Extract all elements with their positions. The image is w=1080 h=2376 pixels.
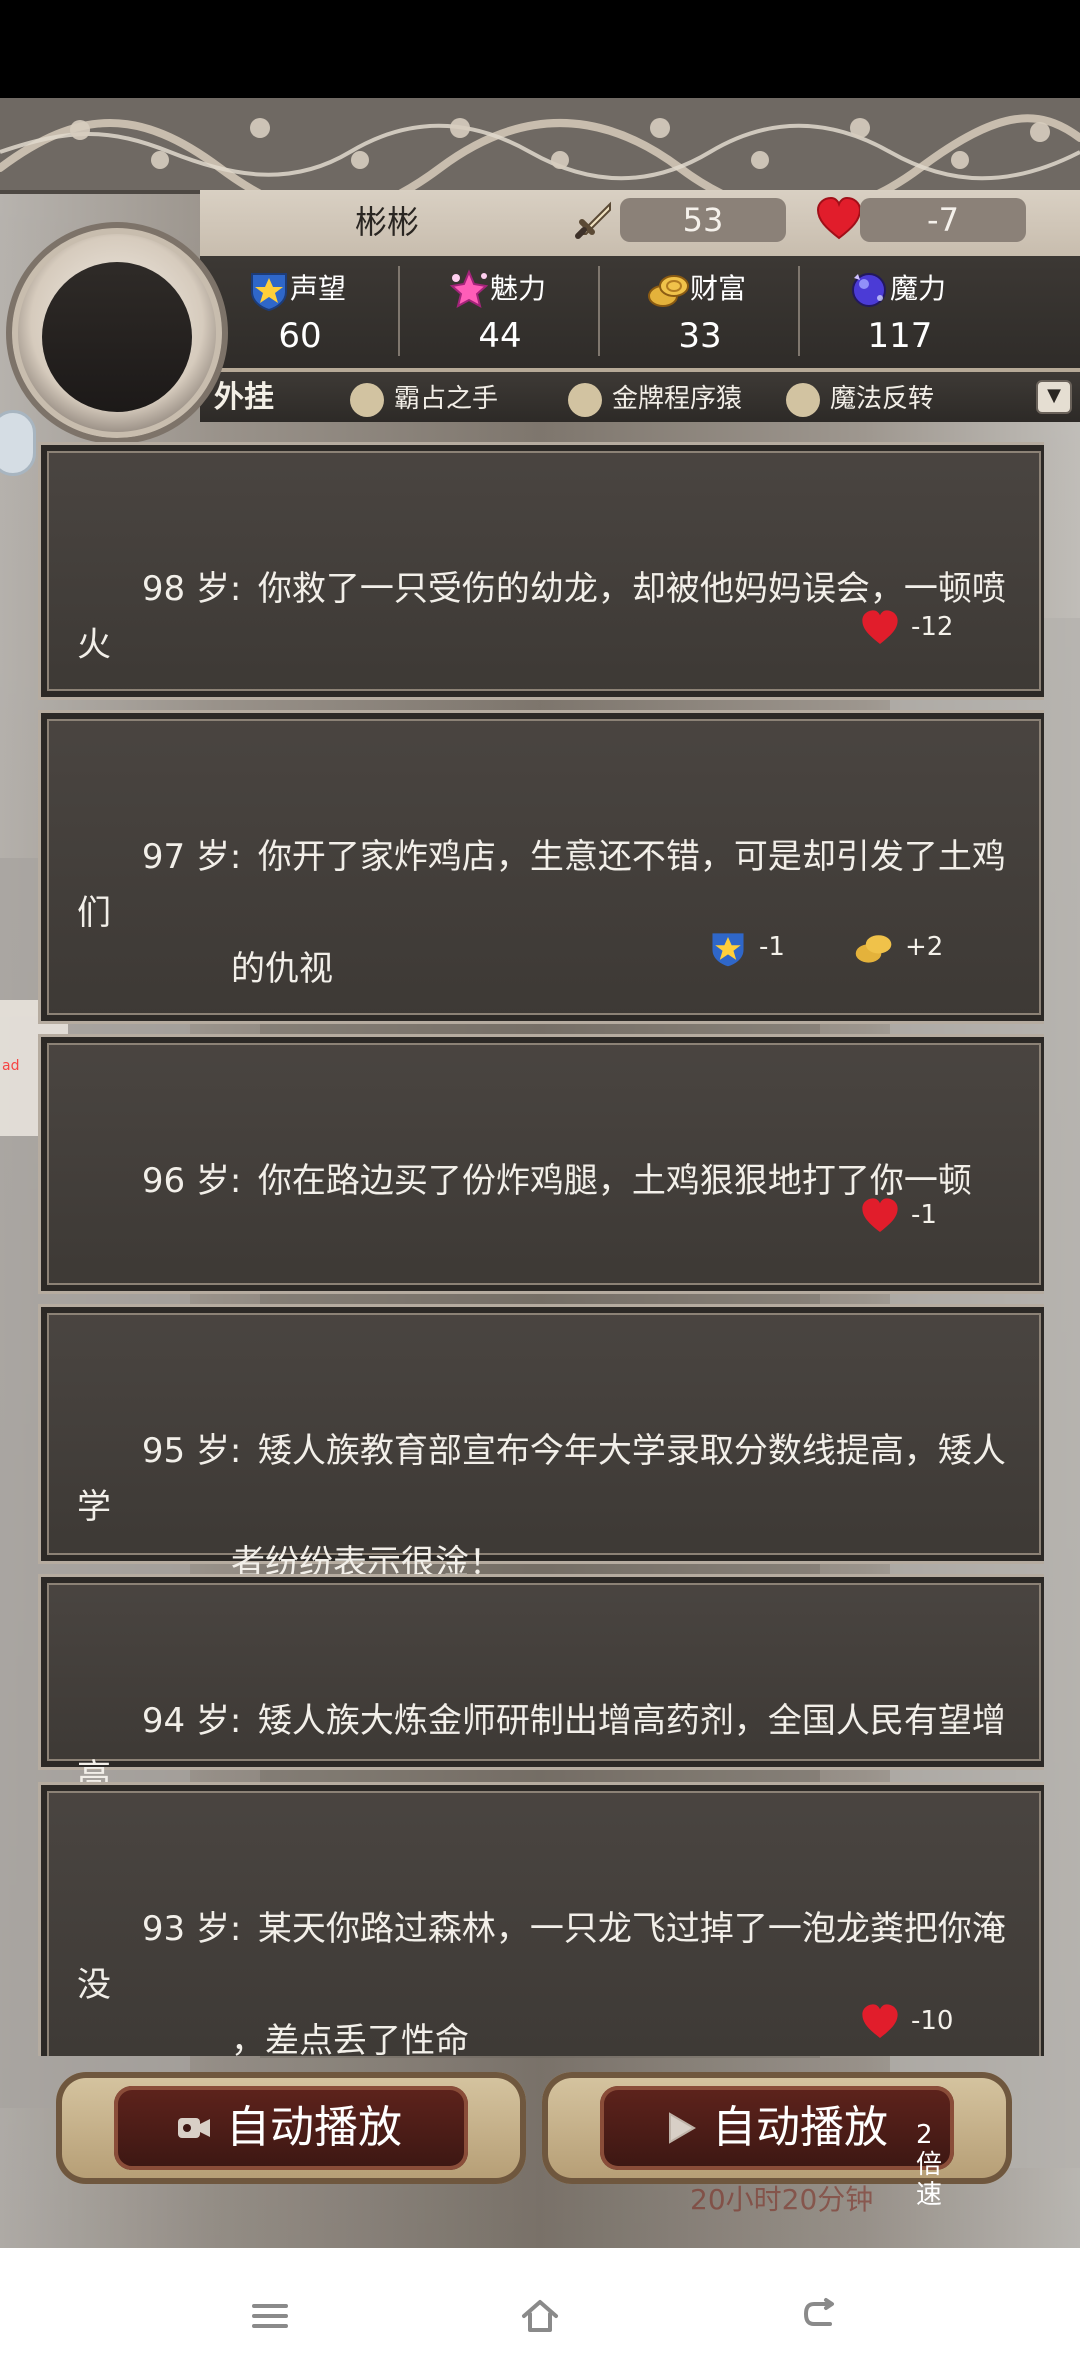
attribute-label: 声望 bbox=[290, 272, 347, 305]
coins-icon bbox=[648, 275, 689, 307]
attack-value: 53 bbox=[620, 198, 786, 242]
event-card: 93 岁: 某天你路过森林，一只龙飞过掉了一泡龙粪把你淹没 ，差点丢了性命 -10 bbox=[38, 1782, 1044, 2056]
left-badge-icon[interactable] bbox=[0, 410, 36, 476]
home-icon[interactable] bbox=[516, 2292, 564, 2340]
side-tab-text: ad bbox=[2, 1058, 20, 1074]
back-icon[interactable] bbox=[796, 2292, 844, 2340]
plugin-label: 霸占之手 bbox=[394, 384, 499, 414]
event-card: 98 岁: 你救了一只受伤的幼龙，却被他妈妈误会，一顿喷火 -12 bbox=[38, 442, 1044, 700]
magic-orb-icon bbox=[852, 273, 886, 307]
attribute-value: 60 bbox=[278, 316, 322, 356]
attribute-charm: 魅力 44 bbox=[400, 256, 600, 368]
heart-icon bbox=[862, 609, 898, 644]
event-effect: -12 bbox=[859, 605, 953, 649]
plugin-magic-icon bbox=[786, 382, 820, 417]
auto-play-button-inner: 自动播放 bbox=[114, 2086, 468, 2170]
header-ornament bbox=[0, 98, 1080, 194]
attribute-reputation: 声望 60 bbox=[200, 256, 400, 368]
coins-icon bbox=[855, 934, 892, 963]
attribute-label: 魅力 bbox=[490, 272, 547, 305]
plugin-hand-icon bbox=[350, 382, 384, 417]
effect-value: +2 bbox=[905, 932, 944, 962]
plugin-item-2[interactable]: 金牌程序猿 bbox=[568, 382, 743, 417]
health-value: -7 bbox=[860, 198, 1026, 242]
plugins-title: 外挂 bbox=[214, 380, 274, 415]
auto-play-button[interactable]: 自动播放 bbox=[56, 2072, 526, 2184]
event-effect: -1 bbox=[859, 1193, 937, 1237]
reputation-badge-icon bbox=[712, 932, 744, 966]
plugin-label: 金牌程序猿 bbox=[612, 384, 743, 414]
attribute-label: 财富 bbox=[690, 272, 747, 305]
heart-icon bbox=[862, 1197, 898, 1232]
event-card: 94 岁: 矮人族大炼金师研制出增高药剂，全国人民有望增高 bbox=[38, 1574, 1044, 1797]
play-icon bbox=[669, 2112, 696, 2144]
event-effect: -10 bbox=[859, 1999, 953, 2043]
menu-icon[interactable] bbox=[246, 2292, 294, 2340]
expand-button[interactable]: ▼ bbox=[1036, 380, 1072, 414]
attribute-value: 33 bbox=[678, 316, 722, 356]
event-age: 96 岁: bbox=[141, 1161, 242, 1201]
event-card: 95 岁: 矮人族教育部宣布今年大学录取分数线提高，矮人学 者纷纷表示很淦！ bbox=[38, 1304, 1044, 1583]
effect-value: -10 bbox=[911, 2006, 954, 2036]
effect-value: -1 bbox=[911, 1200, 937, 1230]
plugin-label: 魔法反转 bbox=[830, 384, 935, 414]
effect-value: -12 bbox=[911, 612, 954, 642]
attribute-magic: 魔力 117 bbox=[800, 256, 1000, 368]
heart-icon bbox=[816, 196, 862, 240]
auto-play-fast-button-inner: 自动播放 2倍速 bbox=[600, 2086, 954, 2210]
player-name: 彬彬 bbox=[355, 203, 420, 241]
attributes-panel: 声望 60 魅力 44 财富 33 魔力 117 bbox=[200, 256, 1080, 372]
attribute-label: 魔力 bbox=[890, 272, 947, 305]
event-age: 95 岁: bbox=[141, 1431, 242, 1471]
event-text: 96 岁: 你在路边买了份炸鸡腿，土鸡狠狠地打了你一顿 bbox=[77, 1097, 1007, 1265]
event-effect: -1 bbox=[707, 925, 785, 969]
auto-play-fast-button[interactable]: 自动播放 2倍速 bbox=[542, 2072, 1012, 2210]
player-info-strip: 彬彬 53 -7 bbox=[200, 190, 1080, 259]
event-feed[interactable]: 98 岁: 你救了一只受伤的幼龙，却被他妈妈误会，一顿喷火 -12 97 岁: 你开… bbox=[38, 442, 1044, 2056]
plugins-strip: 外挂 霸占之手 金牌程序猿 魔法反转 ▼ bbox=[200, 372, 1080, 422]
plugin-item-1[interactable]: 霸占之手 bbox=[350, 382, 499, 417]
sword-icon bbox=[575, 201, 611, 239]
attribute-value: 117 bbox=[867, 316, 933, 356]
event-age: 98 岁: bbox=[141, 569, 242, 609]
status-bar bbox=[0, 0, 1080, 98]
video-icon bbox=[178, 2118, 210, 2138]
speed-label: 2倍速 bbox=[916, 2120, 943, 2210]
plugin-item-3[interactable]: 魔法反转 bbox=[786, 382, 935, 417]
reputation-badge-icon bbox=[251, 273, 287, 312]
effect-value: -1 bbox=[759, 932, 785, 962]
event-card: 97 岁: 你开了家炸鸡店，生意还不错，可是却引发了土鸡们 的仇视 -1 +2 bbox=[38, 710, 1044, 1024]
plugin-monkey-icon bbox=[568, 382, 602, 417]
attribute-value: 44 bbox=[478, 316, 522, 356]
android-navigation-bar bbox=[0, 2248, 1080, 2376]
attribute-wealth: 财富 33 bbox=[600, 256, 800, 368]
avatar-character-icon bbox=[42, 262, 192, 412]
timer-text: 20小时20分钟 bbox=[690, 2183, 874, 2216]
avatar[interactable] bbox=[6, 222, 228, 444]
event-age: 97 岁: bbox=[141, 837, 242, 877]
heart-icon bbox=[862, 2003, 898, 2038]
vine-ornament-icon bbox=[0, 114, 1080, 190]
event-age: 94 岁: bbox=[141, 1701, 242, 1741]
charm-sparkle-icon bbox=[449, 269, 489, 308]
auto-play-fast-label: 自动播放 bbox=[712, 2102, 888, 2153]
event-age: 93 岁: bbox=[141, 1909, 242, 1949]
event-effect: +2 bbox=[853, 925, 943, 969]
auto-play-label: 自动播放 bbox=[226, 2102, 402, 2153]
event-card: 96 岁: 你在路边买了份炸鸡腿，土鸡狠狠地打了你一顿 -1 bbox=[38, 1034, 1044, 1294]
bottom-controls: 自动播放 自动播放 2倍速 bbox=[0, 2058, 1080, 2240]
